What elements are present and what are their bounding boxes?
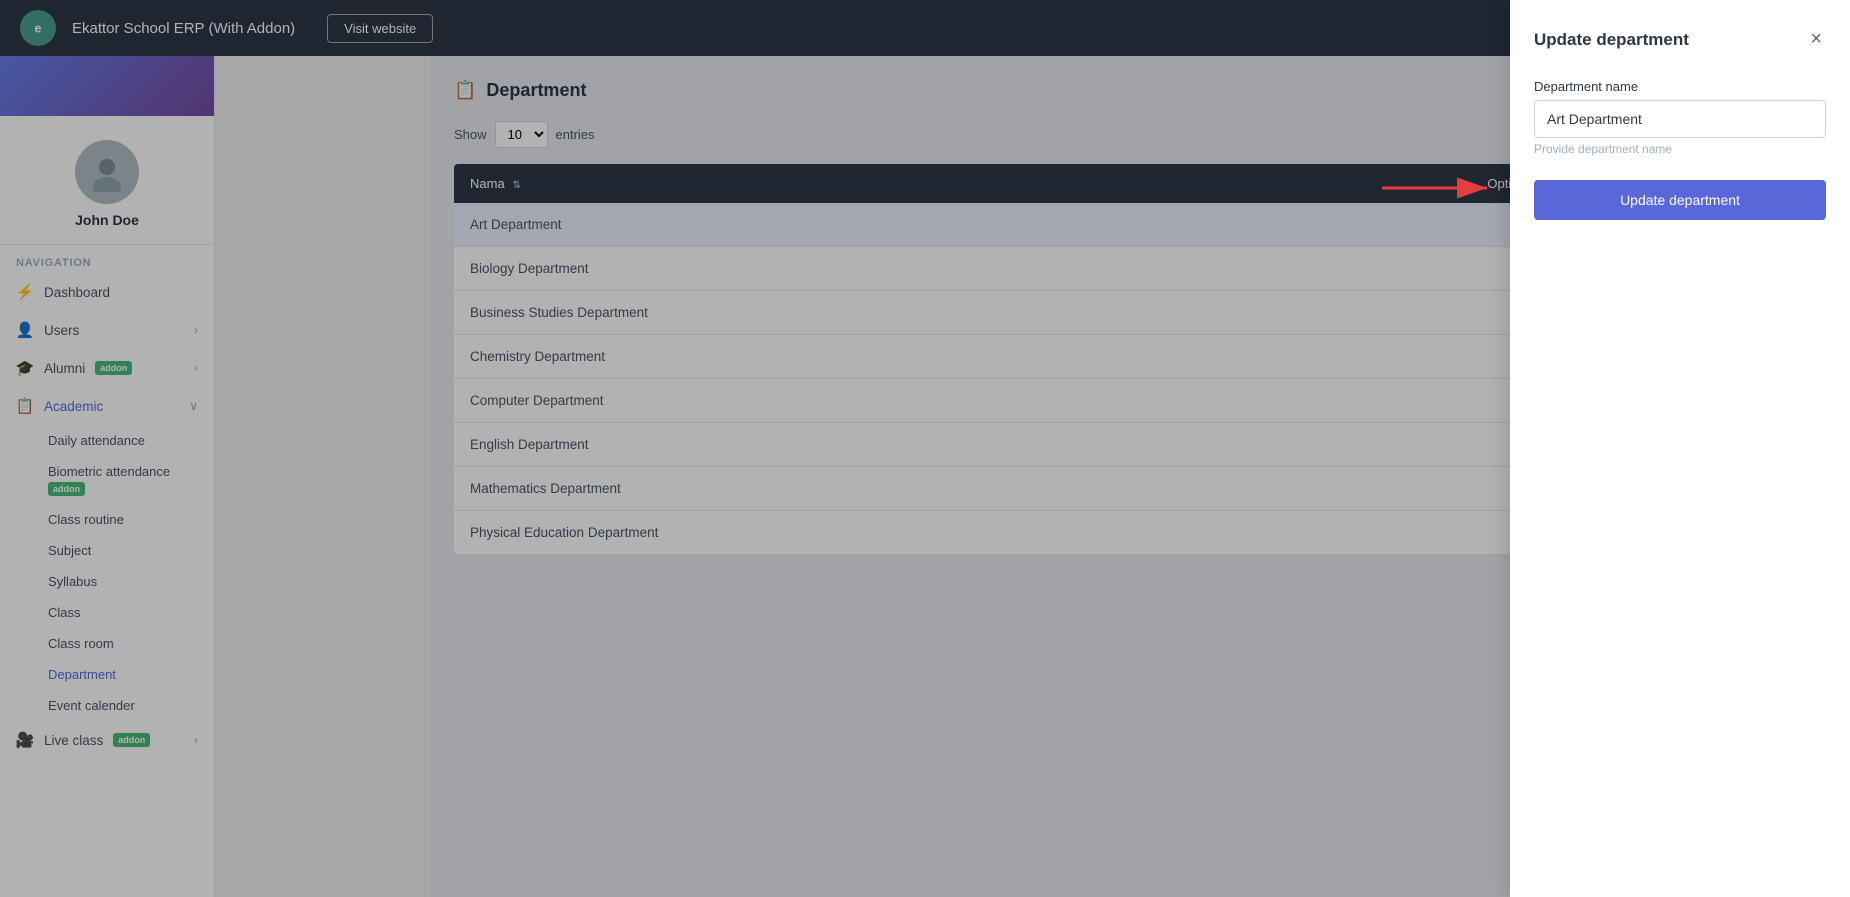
update-department-button[interactable]: Update department bbox=[1534, 180, 1826, 220]
arrow-indicator bbox=[1382, 168, 1502, 208]
panel-header: Update department × bbox=[1534, 24, 1826, 55]
dept-name-label: Department name bbox=[1534, 79, 1826, 94]
dept-name-form-group: Department name Provide department name bbox=[1534, 79, 1826, 156]
close-panel-button[interactable]: × bbox=[1806, 24, 1826, 55]
dept-name-hint: Provide department name bbox=[1534, 142, 1826, 156]
dept-name-input[interactable] bbox=[1534, 100, 1826, 138]
update-department-panel: Update department × Department name Prov… bbox=[1510, 0, 1850, 897]
panel-title: Update department bbox=[1534, 30, 1689, 50]
